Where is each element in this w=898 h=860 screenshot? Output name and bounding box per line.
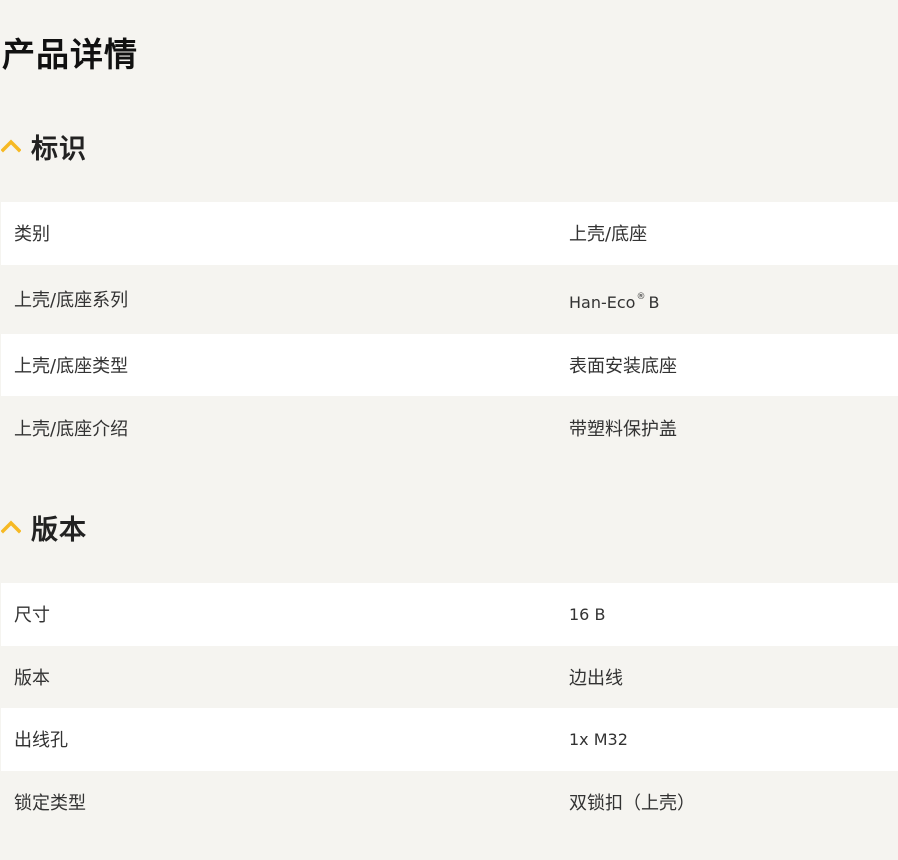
table-row: 类别 上壳/底座 (1, 202, 898, 265)
row-value: 1x M32 (569, 729, 628, 749)
row-value: 双锁扣（上壳） (569, 792, 695, 814)
table-row: 出线孔 1x M32 (1, 708, 898, 771)
table-row: 上壳/底座介绍 带塑料保护盖 (1, 396, 898, 459)
row-label: 上壳/底座介绍 (14, 418, 129, 440)
row-value: 16 B (569, 604, 606, 624)
table-row: 尺寸 16 B (1, 583, 898, 646)
row-value: 边出线 (569, 667, 623, 689)
section-title: 版本 (31, 514, 87, 546)
page-title: 产品详情 (2, 35, 138, 74)
section-version: 版本 尺寸 16 B 版本 边出线 出线孔 1x M32 锁定类型 双锁扣（上壳… (0, 497, 898, 833)
row-label: 锁定类型 (14, 792, 86, 814)
attribute-table: 尺寸 16 B 版本 边出线 出线孔 1x M32 锁定类型 双锁扣（上壳） (1, 583, 898, 833)
chevron-up-icon[interactable] (1, 136, 21, 156)
row-value-suffix: B (648, 292, 660, 312)
row-value: 表面安装底座 (569, 355, 677, 377)
section-version-header[interactable]: 版本 (0, 497, 898, 557)
table-row: 版本 边出线 (1, 645, 898, 708)
chevron-up-icon[interactable] (1, 517, 21, 537)
row-value: Han-Eco® B (569, 287, 898, 312)
table-row: 锁定类型 双锁扣（上壳） (1, 770, 898, 833)
section-identification-header[interactable]: 标识 (0, 116, 898, 176)
section-title: 标识 (31, 133, 87, 165)
row-label: 上壳/底座系列 (14, 290, 129, 311)
row-value: 上壳/底座 (569, 224, 648, 246)
registered-trademark-symbol: ® (636, 292, 646, 303)
row-value-text: Han-Eco (569, 292, 636, 312)
row-label: 上壳/底座类型 (14, 355, 129, 377)
row-label: 版本 (14, 667, 50, 689)
row-label: 尺寸 (14, 605, 50, 627)
table-row: 上壳/底座系列 Han-Eco® B (1, 264, 898, 334)
attribute-table: 类别 上壳/底座 上壳/底座系列 Han-Eco® B 上壳/底座类型 表面安装底… (1, 202, 898, 459)
row-label: 类别 (14, 224, 50, 246)
table-row: 上壳/底座类型 表面安装底座 (1, 333, 898, 396)
row-label: 出线孔 (14, 730, 68, 752)
row-value: 带塑料保护盖 (569, 418, 677, 440)
section-identification: 标识 类别 上壳/底座 上壳/底座系列 Han-Eco® B 上壳/底座类型 表面… (0, 116, 898, 459)
